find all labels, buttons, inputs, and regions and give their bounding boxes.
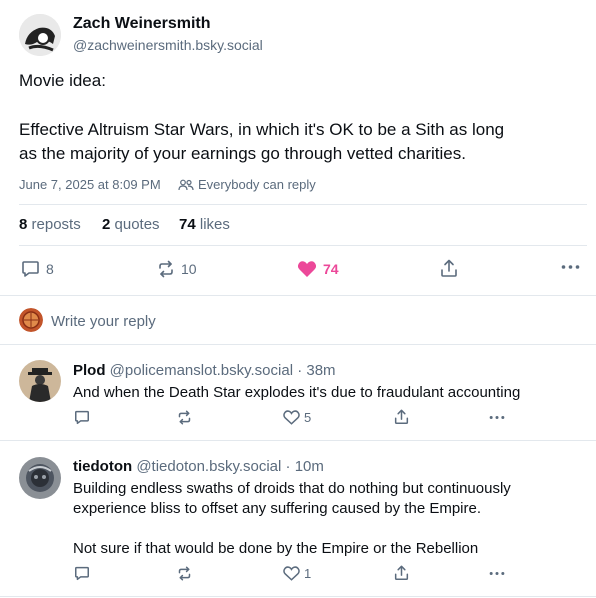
author-avatar[interactable] bbox=[19, 14, 61, 56]
reply-icon bbox=[74, 410, 90, 425]
reply-text: Building endless swaths of droids that d… bbox=[73, 480, 511, 497]
reply-header: tiedoton @tiedoton.bsky.social · 10m bbox=[73, 458, 324, 475]
heart-icon bbox=[283, 410, 300, 425]
post-text-line: Effective Altruism Star Wars, in which i… bbox=[19, 120, 505, 139]
divider bbox=[19, 245, 587, 246]
ellipsis-icon bbox=[561, 264, 580, 270]
divider bbox=[19, 204, 587, 205]
reply-setting[interactable]: Everybody can reply bbox=[178, 177, 316, 192]
post-text-line: Movie idea: bbox=[19, 71, 106, 90]
reply-icon bbox=[74, 566, 90, 581]
post-text-line: as the majority of your earnings go thro… bbox=[19, 144, 466, 163]
repost-button[interactable]: 10 bbox=[157, 260, 197, 278]
reply-avatar[interactable] bbox=[19, 360, 61, 402]
reply-author-handle[interactable]: @policemanslot.bsky.social bbox=[110, 362, 293, 379]
divider bbox=[0, 295, 596, 296]
divider bbox=[0, 596, 596, 597]
reply-author-name[interactable]: tiedoton bbox=[73, 458, 132, 475]
reply-button[interactable] bbox=[74, 410, 90, 425]
share-icon bbox=[440, 259, 458, 278]
reply-text: And when the Death Star explodes it's du… bbox=[73, 384, 521, 401]
quotes-count: 2 bbox=[102, 216, 111, 233]
author-name[interactable]: Zach Weinersmith bbox=[73, 15, 211, 33]
reply-icon bbox=[21, 260, 40, 278]
reply-author-handle[interactable]: @tiedoton.bsky.social bbox=[136, 458, 281, 475]
more-options-button[interactable] bbox=[489, 571, 505, 576]
post-timestamp[interactable]: June 7, 2025 at 8:09 PM bbox=[19, 177, 161, 192]
share-button[interactable] bbox=[394, 409, 409, 425]
share-icon bbox=[394, 565, 409, 581]
like-count: 5 bbox=[304, 410, 312, 425]
repost-icon bbox=[177, 566, 192, 581]
heart-filled-icon bbox=[297, 260, 317, 278]
reply-button[interactable]: 8 bbox=[21, 260, 54, 278]
more-options-button[interactable] bbox=[561, 264, 580, 270]
ellipsis-icon bbox=[489, 571, 505, 576]
repost-icon bbox=[157, 260, 175, 278]
reply-input[interactable]: Write your reply bbox=[51, 313, 156, 330]
like-count: 1 bbox=[304, 566, 312, 581]
reply-author-name[interactable]: Plod bbox=[73, 362, 106, 379]
likes-label: likes bbox=[199, 216, 230, 233]
repost-count: 10 bbox=[181, 261, 197, 277]
likes-count: 74 bbox=[179, 216, 196, 233]
heart-icon bbox=[283, 566, 300, 581]
like-button[interactable]: 1 bbox=[283, 566, 311, 581]
reply-time[interactable]: · 38m bbox=[297, 362, 335, 379]
reposts-count: 8 bbox=[19, 216, 28, 233]
divider bbox=[0, 440, 596, 441]
author-handle[interactable]: @zachweinersmith.bsky.social bbox=[73, 37, 263, 53]
reply-text: experience bliss to offset any suffering… bbox=[73, 500, 482, 517]
ellipsis-icon bbox=[489, 415, 505, 420]
share-icon bbox=[394, 409, 409, 425]
reply-header: Plod @policemanslot.bsky.social · 38m bbox=[73, 362, 336, 379]
repost-button[interactable] bbox=[177, 410, 192, 425]
quotes-stat[interactable]: 2 quotes bbox=[102, 216, 160, 233]
repost-icon bbox=[177, 410, 192, 425]
like-count: 74 bbox=[323, 261, 339, 277]
reply-time[interactable]: · 10m bbox=[286, 458, 324, 475]
like-button[interactable]: 5 bbox=[283, 410, 311, 425]
like-button[interactable]: 74 bbox=[297, 260, 339, 278]
reply-avatar[interactable] bbox=[19, 457, 61, 499]
reposts-stat[interactable]: 8 reposts bbox=[19, 216, 81, 233]
divider bbox=[0, 344, 596, 345]
reply-count: 8 bbox=[46, 261, 54, 277]
reply-button[interactable] bbox=[74, 566, 90, 581]
share-button[interactable] bbox=[394, 565, 409, 581]
share-button[interactable] bbox=[440, 259, 458, 278]
reply-text: Not sure if that would be done by the Em… bbox=[73, 540, 479, 557]
repost-button[interactable] bbox=[177, 566, 192, 581]
likes-stat[interactable]: 74 likes bbox=[179, 216, 230, 233]
reposts-label: reposts bbox=[31, 216, 81, 233]
more-options-button[interactable] bbox=[489, 415, 505, 420]
people-icon bbox=[178, 179, 194, 191]
quotes-label: quotes bbox=[114, 216, 160, 233]
reply-setting-label: Everybody can reply bbox=[198, 177, 316, 192]
current-user-avatar bbox=[19, 308, 43, 332]
